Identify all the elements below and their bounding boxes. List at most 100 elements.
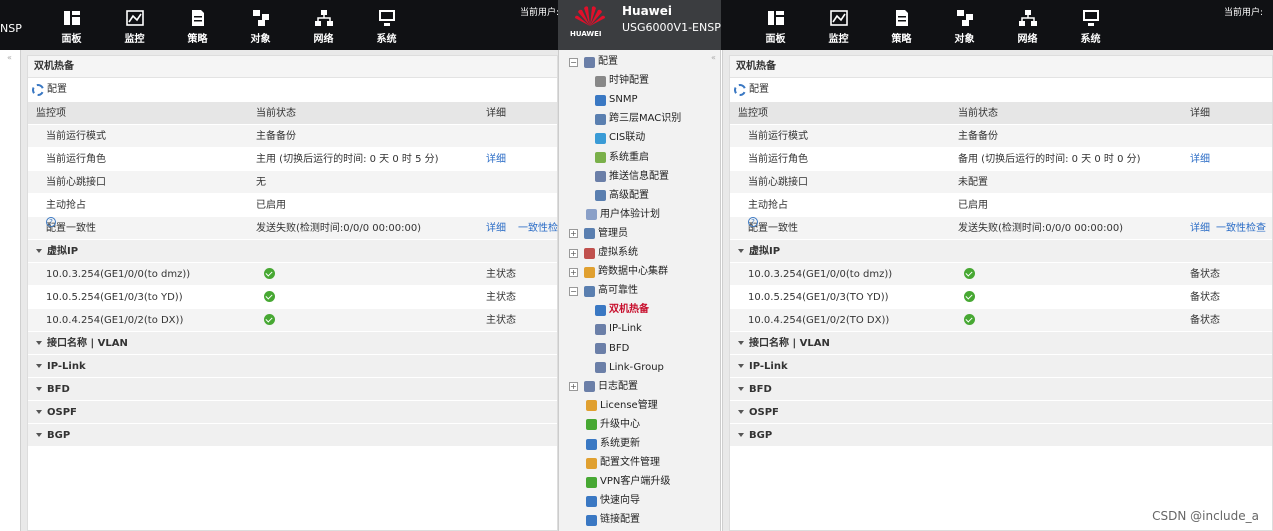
nav-policy[interactable]: 策略 [870, 6, 933, 45]
expand-icon [738, 410, 744, 414]
nav-left: 面板 监控 策略 对象 网络 系统 [40, 6, 418, 45]
vip-status: 主状态 [486, 292, 516, 303]
section-interface[interactable]: 接口名称 | VLAN [28, 332, 557, 355]
nav-dashboard[interactable]: 面板 [40, 6, 103, 45]
section-interface[interactable]: 接口名称 | VLAN [730, 332, 1272, 355]
section-bfd[interactable]: BFD [730, 378, 1272, 401]
menu-item[interactable]: 链接配置 [586, 511, 640, 529]
help-icon[interactable]: ? [46, 217, 56, 227]
section-ip-link[interactable]: IP-Link [730, 355, 1272, 378]
menu-item[interactable]: BFD [595, 340, 629, 358]
expand-toggle-icon[interactable]: + [569, 229, 578, 239]
section-bgp[interactable]: BGP [28, 424, 557, 447]
table-row: 主动抢占 已启用 [28, 194, 557, 217]
nav-network[interactable]: 网络 [292, 6, 355, 45]
nav-network[interactable]: 网络 [996, 6, 1059, 45]
detail-link[interactable]: 详细 [1190, 217, 1210, 240]
menu-item[interactable]: 系统更新 [586, 435, 640, 453]
collapse-icon[interactable]: « [7, 53, 12, 62]
menu-item[interactable]: CIS联动 [595, 129, 645, 147]
nav-label: 系统 [1080, 34, 1101, 45]
section-label-text: OSPF [47, 407, 77, 418]
menu-item[interactable]: 系统重启 [595, 149, 649, 167]
nav-system[interactable]: 系统 [1059, 6, 1122, 45]
config-link[interactable]: 配置 [28, 78, 557, 102]
menu-item[interactable]: 跨三层MAC识别 [595, 110, 681, 128]
expand-toggle-icon[interactable]: − [569, 57, 578, 67]
menu-item[interactable]: Link-Group [595, 359, 664, 377]
menu-item[interactable]: + 跨数据中心集群 [569, 263, 668, 281]
monitor-icon [125, 10, 144, 26]
column-header: 当前状态 [256, 108, 296, 119]
menu-item[interactable]: 快速向导 [586, 492, 640, 510]
expand-toggle-icon[interactable]: − [569, 286, 578, 296]
collapse-icon[interactable]: « [711, 53, 716, 62]
menu-item-icon [586, 438, 597, 450]
section-bgp[interactable]: BGP [730, 424, 1272, 447]
menu-item[interactable]: + 日志配置 [569, 378, 638, 396]
menu-item[interactable]: 时钟配置 [595, 72, 649, 90]
expand-toggle-icon[interactable]: + [569, 382, 578, 392]
consistency-check-link[interactable]: 一致性检 [518, 217, 558, 240]
nav-monitor[interactable]: 监控 [807, 6, 870, 45]
menu-item-icon [595, 343, 606, 354]
column-header: 监控项 [738, 108, 768, 119]
section-ospf[interactable]: OSPF [28, 401, 557, 424]
menu-item[interactable]: − 配置 [569, 53, 618, 71]
nav-label: 网络 [313, 34, 334, 45]
menu-item[interactable]: 配置文件管理 [586, 454, 660, 472]
vip-address: 10.0.3.254(GE1/0/0(to dmz)) [748, 269, 893, 280]
nav-monitor[interactable]: 监控 [103, 6, 166, 45]
row-value: 备用 (切换后运行的时间: 0 天 0 时 0 分) [958, 154, 1141, 165]
menu-item-icon [586, 400, 597, 412]
nav-object[interactable]: 对象 [933, 6, 996, 45]
menu-item[interactable]: 高级配置 [595, 187, 649, 205]
section-vip[interactable]: 虚拟IP [730, 240, 1272, 263]
vip-status: 备状态 [1190, 269, 1220, 280]
section-label-text: 接口名称 | VLAN [749, 338, 830, 349]
nav-system[interactable]: 系统 [355, 6, 418, 45]
section-label: IP-Link [738, 355, 788, 378]
section-label-text: 虚拟IP [749, 246, 781, 257]
table-row: 配置一致性 ? 发送失败(检测时间:0/0/0 00:00:00) 详细 一致性… [730, 217, 1272, 240]
help-icon[interactable]: ? [748, 217, 758, 227]
menu-item[interactable]: 用户体验计划 [586, 206, 660, 224]
detail-link[interactable]: 详细 [486, 148, 506, 171]
table-row: 当前运行角色 主用 (切换后运行的时间: 0 天 0 时 5 分) 详细 [28, 148, 557, 171]
section-label-text: 虚拟IP [47, 246, 79, 257]
section-label: 接口名称 | VLAN [738, 332, 830, 355]
column-header: 监控项 [36, 108, 66, 119]
menu-item[interactable]: 双机热备 [595, 301, 649, 319]
expand-icon [36, 410, 42, 414]
config-link[interactable]: 配置 [730, 78, 1272, 102]
column-header: 详细 [1190, 108, 1210, 119]
section-bfd[interactable]: BFD [28, 378, 557, 401]
nav-dashboard[interactable]: 面板 [744, 6, 807, 45]
brand-text: NSP [0, 22, 22, 35]
expand-toggle-icon[interactable]: + [569, 267, 578, 277]
menu-item[interactable]: SNMP [595, 91, 638, 109]
nav-object[interactable]: 对象 [229, 6, 292, 45]
section-label-text: OSPF [749, 407, 779, 418]
detail-link[interactable]: 详细 [486, 217, 506, 240]
menu-item[interactable]: IP-Link [595, 320, 642, 338]
section-ip-link[interactable]: IP-Link [28, 355, 557, 378]
menu-item[interactable]: + 管理员 [569, 225, 628, 243]
section-label-text: 接口名称 | VLAN [47, 338, 128, 349]
menu-item[interactable]: + 虚拟系统 [569, 244, 638, 262]
section-ospf[interactable]: OSPF [730, 401, 1272, 424]
section-label: OSPF [36, 401, 77, 424]
consistency-check-link[interactable]: 一致性检查 [1216, 217, 1266, 240]
detail-link[interactable]: 详细 [1190, 148, 1210, 171]
expand-toggle-icon[interactable]: + [569, 248, 578, 258]
menu-item[interactable]: − 高可靠性 [569, 282, 638, 300]
nav-policy[interactable]: 策略 [166, 6, 229, 45]
section-vip[interactable]: 虚拟IP [28, 240, 557, 263]
menu-item[interactable]: License管理 [586, 397, 658, 415]
network-icon [1018, 10, 1037, 26]
menu-item[interactable]: 升级中心 [586, 416, 640, 434]
menu-item-icon [595, 152, 606, 163]
menu-item[interactable]: 推送信息配置 [595, 168, 669, 186]
network-icon [314, 10, 333, 26]
menu-item[interactable]: VPN客户端升级 [586, 473, 670, 491]
